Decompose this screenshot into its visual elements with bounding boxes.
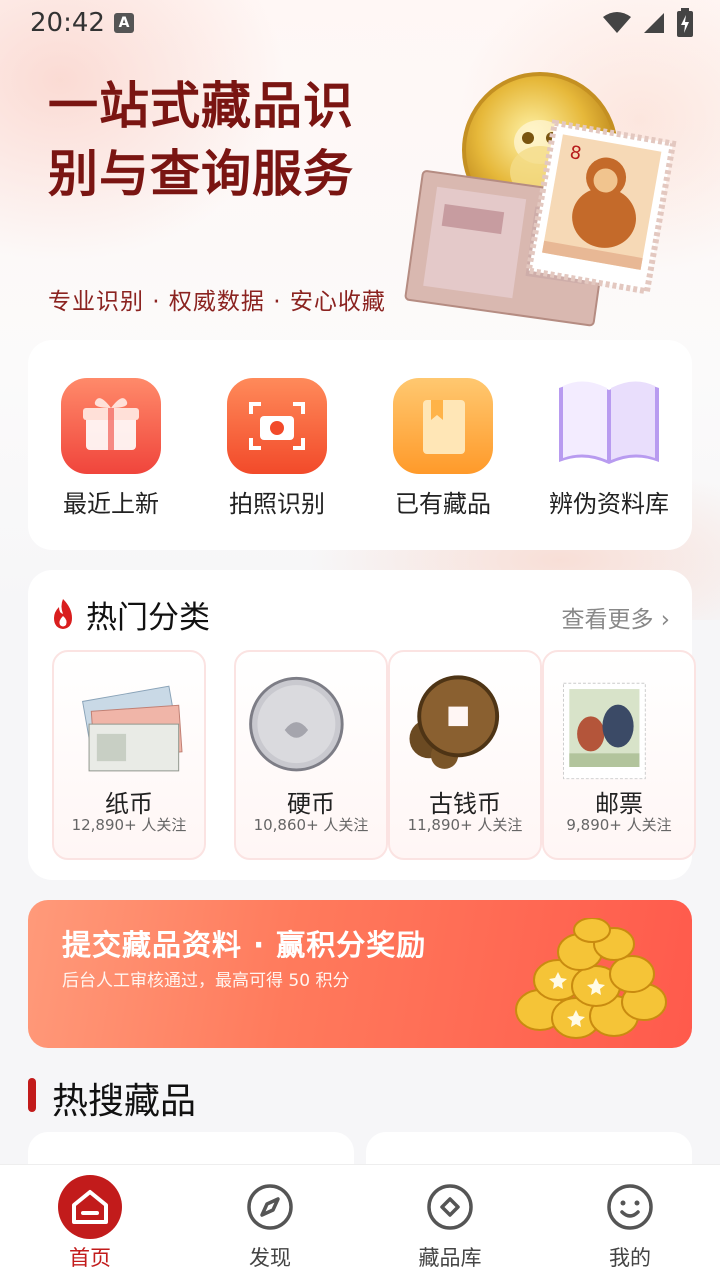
category-followers: 9,890+ 人关注 bbox=[566, 816, 672, 834]
notification-a-icon: A bbox=[114, 13, 134, 33]
gold-coins-icon bbox=[515, 918, 667, 1039]
signal-icon bbox=[644, 13, 664, 33]
category-followers: 10,860+ 人关注 bbox=[253, 816, 369, 834]
wifi-icon bbox=[603, 12, 631, 33]
hot-categories-title: 热门分类 bbox=[86, 600, 210, 636]
diamond-icon bbox=[427, 1184, 473, 1230]
banner-subtitle: 后台人工审核通过，最高可得 50 积分 bbox=[62, 971, 350, 991]
quick-action-label: 拍照识别 bbox=[229, 490, 325, 518]
status-indicators bbox=[602, 8, 694, 38]
nav-label: 藏品库 bbox=[418, 1246, 482, 1270]
banner-title: 提交藏品资料 · 赢积分奖励 bbox=[62, 928, 427, 962]
quick-action-label: 最近上新 bbox=[63, 490, 159, 518]
fire-icon bbox=[54, 599, 72, 629]
ancient-coin-image bbox=[409, 675, 500, 769]
quick-action-counterfeit-db[interactable]: 辨伪资料库 bbox=[534, 378, 684, 519]
nav-label: 我的 bbox=[609, 1246, 651, 1270]
category-followers: 12,890+ 人关注 bbox=[71, 816, 187, 834]
coin-image bbox=[249, 676, 344, 772]
quick-action-latest[interactable]: 最近上新 bbox=[36, 378, 186, 519]
banknote-image bbox=[82, 685, 183, 772]
quick-action-photo-identify[interactable]: 拍照识别 bbox=[202, 378, 352, 519]
status-time: 20:42 bbox=[30, 8, 105, 38]
quick-action-my-collection[interactable]: 已有藏品 bbox=[368, 378, 518, 519]
nav-label: 首页 bbox=[69, 1246, 111, 1270]
bottom-navigation: 首页 发现 藏品库 我的 bbox=[0, 1164, 720, 1280]
open-book-icon bbox=[559, 378, 659, 474]
nav-home[interactable]: 首页 bbox=[0, 1165, 180, 1280]
category-tile-ancient-coin[interactable]: 古钱币 11,890+ 人关注 bbox=[388, 650, 542, 860]
gift-icon bbox=[61, 378, 161, 474]
stamp-image bbox=[562, 682, 646, 780]
home-icon bbox=[58, 1175, 122, 1239]
view-more-link[interactable]: 查看更多 › bbox=[561, 600, 670, 634]
hot-search-title: 热搜藏品 bbox=[52, 1081, 197, 1122]
quick-action-label: 已有藏品 bbox=[395, 490, 491, 518]
nav-collection-library[interactable]: 藏品库 bbox=[360, 1165, 540, 1280]
category-followers: 11,890+ 人关注 bbox=[407, 816, 523, 834]
view-more-label: 查看更多 bbox=[561, 607, 654, 633]
battery-icon bbox=[677, 8, 693, 37]
category-tile-stamp[interactable]: 邮票 9,890+ 人关注 bbox=[542, 650, 696, 860]
category-tile-coin[interactable]: 硬币 10,860+ 人关注 bbox=[234, 650, 388, 860]
quick-action-label: 辨伪资料库 bbox=[549, 490, 669, 518]
quick-actions-card: 最近上新 拍照识别 已有藏品 辨伪资料库 bbox=[28, 340, 692, 550]
nav-discover[interactable]: 发现 bbox=[180, 1165, 360, 1280]
smile-icon bbox=[607, 1184, 653, 1230]
nav-profile[interactable]: 我的 bbox=[540, 1165, 720, 1280]
camera-icon bbox=[227, 378, 327, 474]
hot-categories-card: 热门分类 查看更多 › 纸币 12,890+ 人关注 硬币 10,860+ 人关… bbox=[28, 570, 696, 880]
nav-label: 发现 bbox=[249, 1246, 291, 1270]
hero-title: 一站式藏品识别与查询服务 bbox=[48, 77, 354, 203]
category-tile-banknote[interactable]: 纸币 12,890+ 人关注 bbox=[52, 650, 206, 860]
section-accent-bar bbox=[28, 1078, 36, 1112]
hero-collectibles-illustration: 8 bbox=[404, 72, 677, 327]
status-bar: 20:42 A bbox=[0, 0, 720, 48]
bookmark-book-icon bbox=[393, 378, 493, 474]
chevron-right-icon: › bbox=[660, 607, 670, 633]
compass-icon bbox=[247, 1184, 293, 1230]
points-reward-banner[interactable]: 提交藏品资料 · 赢积分奖励 后台人工审核通过，最高可得 50 积分 bbox=[28, 900, 692, 1048]
hero-subtitle: 专业识别 · 权威数据 · 安心收藏 bbox=[48, 289, 386, 315]
